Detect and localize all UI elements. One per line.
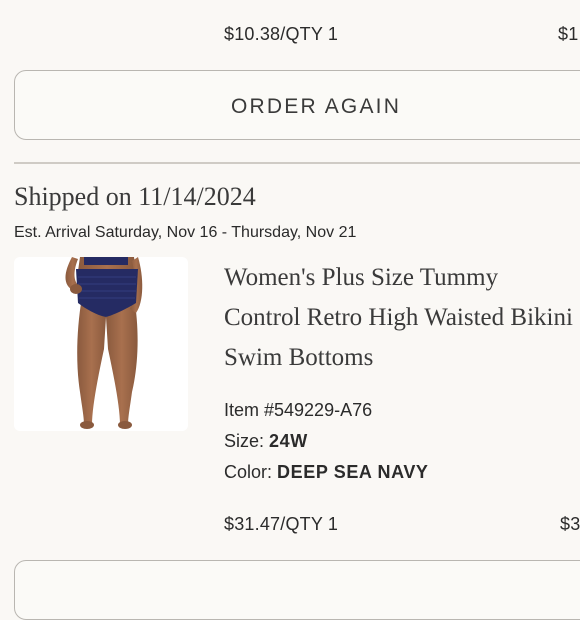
estimated-arrival: Est. Arrival Saturday, Nov 16 - Thursday… [14,224,357,241]
product-price-qty: $31.47/QTY 1 [224,514,339,534]
shipment-title: Shipped on 11/14/2024 [14,182,256,211]
size-row: Size: 24W [224,431,308,452]
previous-item-price-row: $10.38/QTY 1 $1 [0,22,580,50]
previous-item-total: $1 [558,24,579,44]
color-label: Color: [224,462,273,482]
color-row: Color: DEEP SEA NAVY [224,462,429,483]
size-label: Size: [224,431,265,451]
shipment-divider [14,162,580,164]
product-image[interactable] [14,257,188,431]
order-again-button-next[interactable] [14,560,580,620]
order-again-label: ORDER AGAIN [231,95,402,118]
product-name-link[interactable]: Women's Plus Size Tummy Control Retro Hi… [224,258,574,378]
size-value: 24W [269,431,308,451]
item-number: Item #549229-A76 [224,400,373,420]
swimwear-product-photo [65,257,143,429]
product-total: $3 [560,514,580,534]
order-again-button[interactable]: ORDER AGAIN [14,70,580,140]
color-value: DEEP SEA NAVY [277,462,429,482]
previous-item-price-qty: $10.38/QTY 1 [224,24,339,44]
